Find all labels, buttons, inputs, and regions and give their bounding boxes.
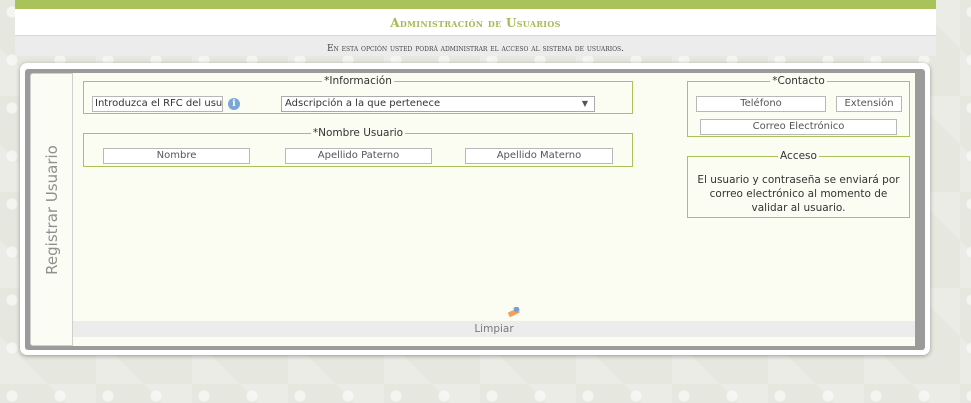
adscripcion-select[interactable]: Adscripción a la que pertenece ▼ bbox=[281, 96, 595, 112]
page-title: Administración de Usuarios bbox=[390, 16, 561, 30]
page-subtitle-bar: En esta opción usted podrá administrar e… bbox=[15, 36, 936, 56]
clear-button[interactable]: Limpiar bbox=[73, 321, 915, 337]
access-legend: Acceso bbox=[780, 150, 817, 162]
info-fieldset: *Información Introduzca el RFC del usuar… bbox=[83, 76, 633, 114]
form-content: *Información Introduzca el RFC del usuar… bbox=[73, 73, 915, 346]
tab-registrar-usuario[interactable]: Registrar Usuario bbox=[30, 73, 73, 346]
page-subtitle: En esta opción usted podrá administrar e… bbox=[326, 44, 624, 54]
chevron-down-icon: ▼ bbox=[581, 99, 588, 108]
access-description: El usuario y contraseña se enviará por c… bbox=[697, 174, 900, 214]
name-fieldset: *Nombre Usuario Nombre Apellido Paterno … bbox=[83, 128, 633, 167]
telefono-input[interactable]: Teléfono bbox=[696, 96, 826, 112]
contact-legend: *Contacto bbox=[772, 75, 825, 87]
eraser-icon[interactable] bbox=[507, 307, 521, 317]
adscripcion-selected: Adscripción a la que pertenece bbox=[285, 98, 441, 109]
apellido-paterno-input[interactable]: Apellido Paterno bbox=[285, 148, 432, 164]
extension-input[interactable]: Extensión bbox=[836, 96, 902, 112]
register-user-panel: Registrar Usuario *Información Introduzc… bbox=[20, 63, 930, 355]
tab-label: Registrar Usuario bbox=[42, 144, 61, 275]
top-accent-bar bbox=[15, 0, 936, 9]
nombre-input[interactable]: Nombre bbox=[103, 148, 250, 164]
info-icon[interactable]: i bbox=[228, 98, 240, 110]
page-title-bar: Administración de Usuarios bbox=[15, 9, 936, 36]
correo-input[interactable]: Correo Electrónico bbox=[700, 119, 897, 135]
name-legend: *Nombre Usuario bbox=[312, 127, 404, 139]
apellido-materno-input[interactable]: Apellido Materno bbox=[465, 148, 613, 164]
info-legend: *Información bbox=[324, 75, 392, 87]
rfc-input[interactable]: Introduzca el RFC del usuari bbox=[92, 96, 223, 112]
access-fieldset: Acceso El usuario y contraseña se enviar… bbox=[687, 151, 910, 218]
contact-fieldset: *Contacto Teléfono Extensión Correo Elec… bbox=[687, 76, 910, 137]
